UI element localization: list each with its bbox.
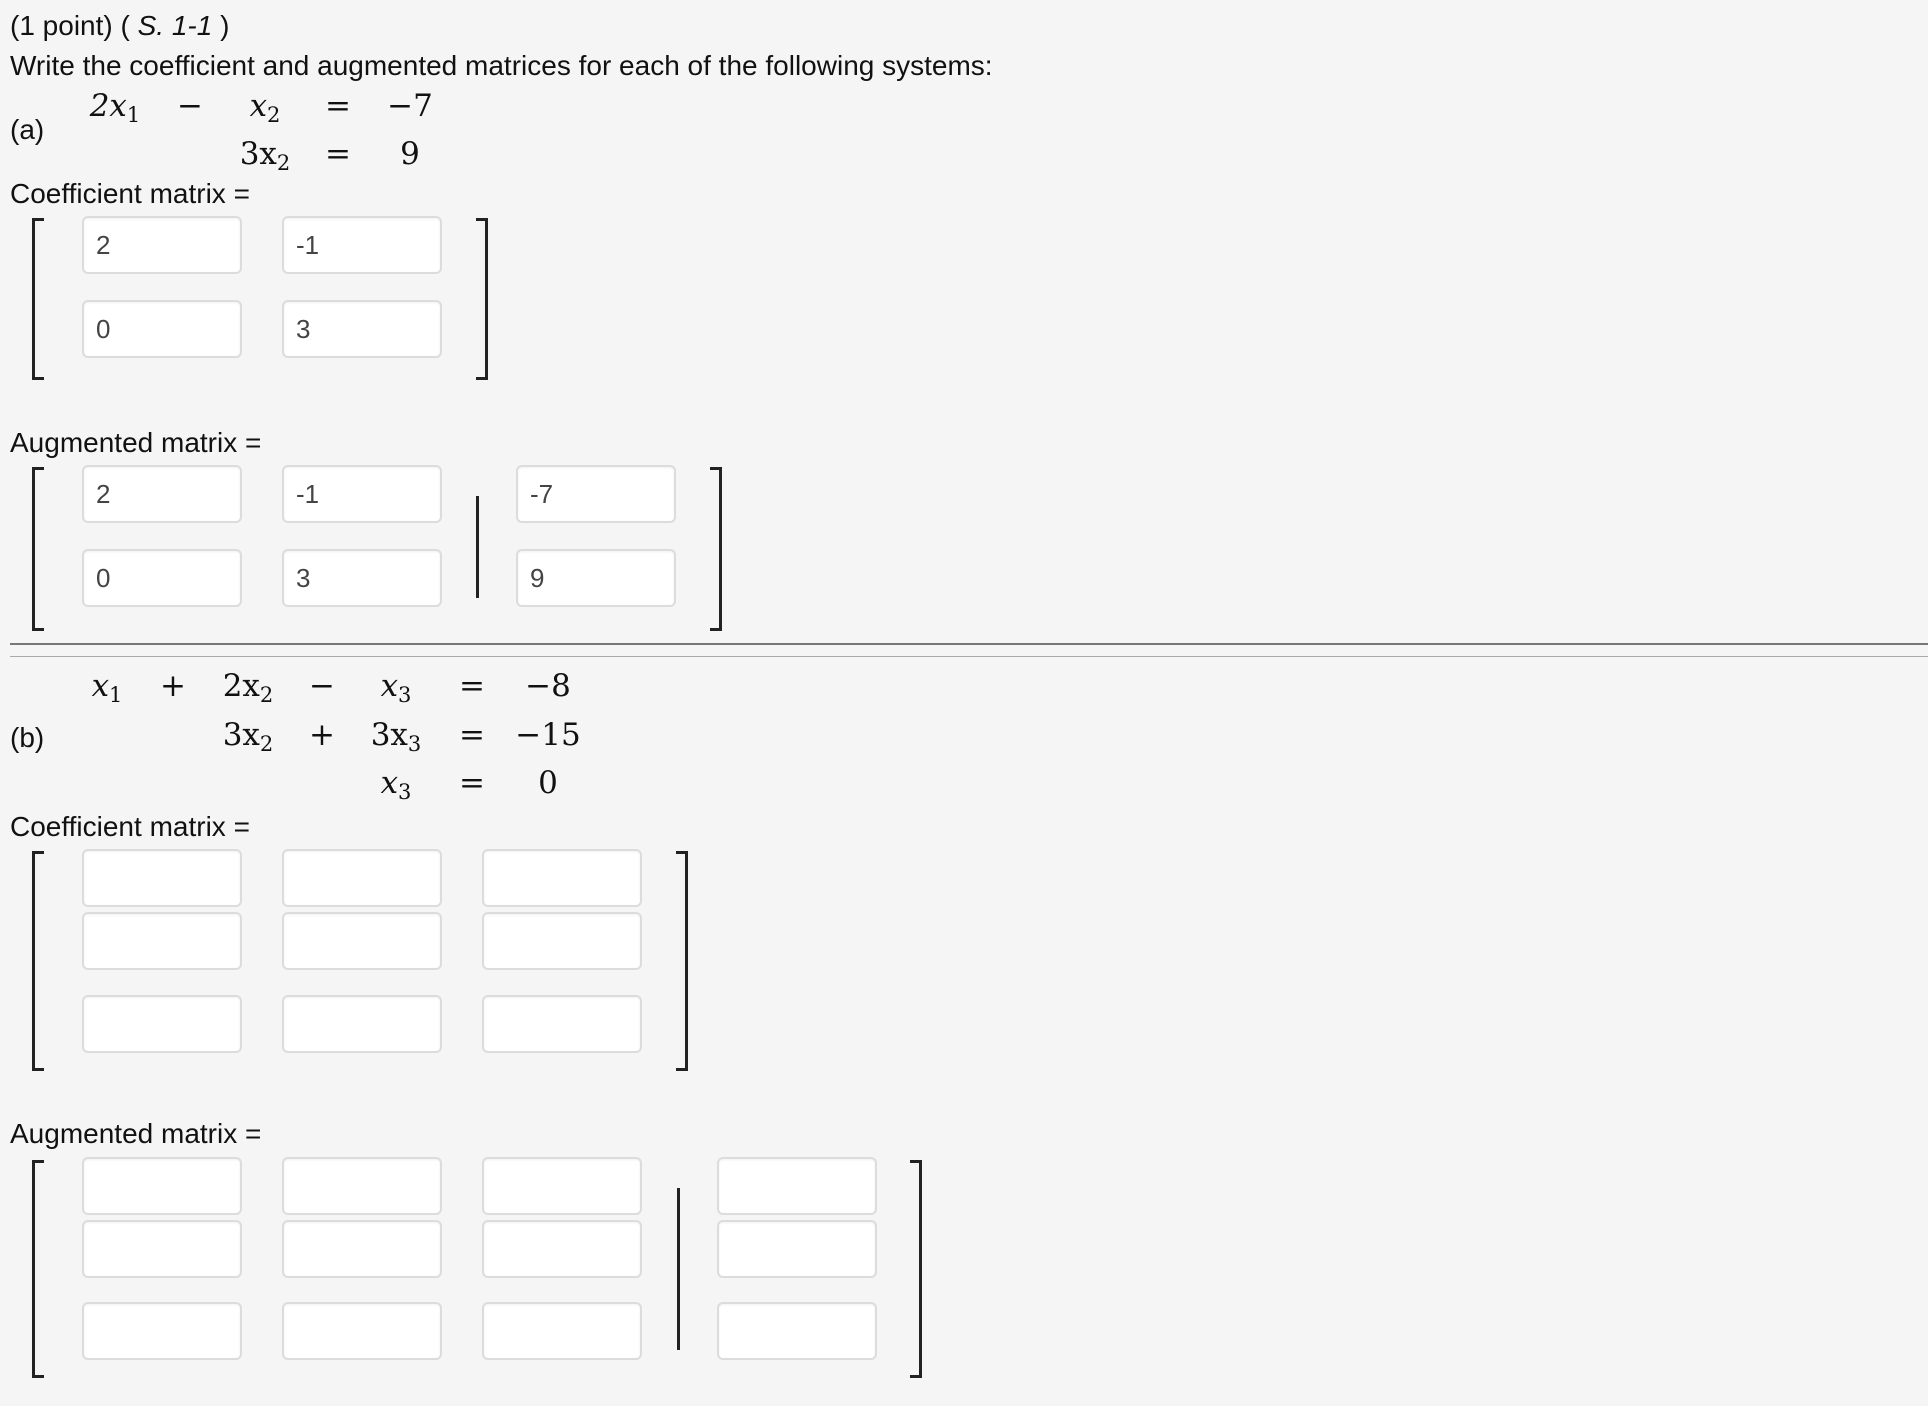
- part-a-aug-r1c2[interactable]: [282, 465, 442, 523]
- part-b-coef-r2c3[interactable]: [482, 912, 642, 970]
- part-a-coef-label: Coefficient matrix =: [10, 178, 250, 209]
- part-a-eq-r2-term2: 3x2: [239, 136, 291, 175]
- part-a-coef-r1c2[interactable]: [282, 216, 442, 274]
- part-a-coef-left-bracket: [32, 218, 44, 380]
- part-b-coef-left-bracket: [32, 851, 44, 1071]
- part-b-coef-r2c2[interactable]: [282, 912, 442, 970]
- part-b-coef-r3c3[interactable]: [482, 995, 642, 1053]
- part-b-aug-r3c1[interactable]: [82, 1302, 242, 1360]
- part-b-coef-r1c2[interactable]: [282, 849, 442, 907]
- part-b-aug-r3c2[interactable]: [282, 1302, 442, 1360]
- part-b-eq-r1-op1: +: [160, 668, 186, 704]
- part-b-eq-r3-rhs: 0: [538, 765, 558, 801]
- part-a-aug-r1c1[interactable]: [82, 465, 242, 523]
- part-b-eq-r1-equals: =: [459, 668, 485, 704]
- part-b-aug-r2c3[interactable]: [482, 1220, 642, 1278]
- part-b-aug-right-bracket: [910, 1160, 922, 1378]
- part-b-eq-r2-term2: 3x2: [222, 717, 274, 756]
- part-a-eq-r1-rhs: −7: [387, 88, 433, 124]
- part-b-aug-label: Augmented matrix =: [10, 1118, 262, 1149]
- part-b-coef-right-bracket: [676, 851, 688, 1071]
- part-b-aug-r1c1[interactable]: [82, 1157, 242, 1215]
- part-a-eq-r1-op: −: [177, 88, 203, 124]
- part-a-coef-r2c1[interactable]: [82, 300, 242, 358]
- part-a-aug-divider: [476, 496, 479, 598]
- part-a-eq-r2-rhs: 9: [400, 136, 420, 172]
- part-b-aug-r3c4[interactable]: [717, 1302, 877, 1360]
- part-a-aug-right-bracket: [710, 467, 722, 631]
- part-b-aug-r3c3[interactable]: [482, 1302, 642, 1360]
- part-b-coef-r1c3[interactable]: [482, 849, 642, 907]
- part-b-coef-label: Coefficient matrix =: [10, 811, 250, 842]
- part-b-eq-r1-term1: x1: [91, 668, 123, 707]
- part-b-eq-r2-rhs: −15: [515, 717, 581, 753]
- part-b-eq-r2-op2: +: [309, 717, 335, 753]
- part-a-eq-r2-equals: =: [325, 136, 351, 172]
- problem-ref: S. 1-1: [137, 10, 213, 41]
- part-a-coef-right-bracket: [476, 218, 488, 380]
- close-paren: ): [220, 10, 230, 41]
- part-a-eq-r1-equals: =: [325, 88, 351, 124]
- points-label: (1 point) (: [10, 10, 130, 41]
- part-b-eq-r1-op2: −: [309, 668, 335, 704]
- part-b-coef-r2c1[interactable]: [82, 912, 242, 970]
- part-a-coef-r1c1[interactable]: [82, 216, 242, 274]
- part-b-aug-divider: [677, 1188, 680, 1350]
- part-a-aug-label: Augmented matrix =: [10, 427, 262, 458]
- part-b-eq-r1-rhs: −8: [525, 668, 571, 704]
- part-b-coef-r3c1[interactable]: [82, 995, 242, 1053]
- part-b-aug-r1c4[interactable]: [717, 1157, 877, 1215]
- section-divider-secondary: [10, 656, 1928, 657]
- part-b-eq-r2-equals: =: [459, 717, 485, 753]
- problem-header: (1 point) ( S. 1-1 ): [10, 10, 229, 42]
- part-a-aug-r2c3[interactable]: [516, 549, 676, 607]
- section-divider: [10, 643, 1928, 645]
- part-b-aug-r2c4[interactable]: [717, 1220, 877, 1278]
- part-b-eq-r3-term3: x3: [380, 765, 412, 804]
- part-a-aug-left-bracket: [32, 467, 44, 631]
- part-b-eq-r1-term3: x3: [380, 668, 412, 707]
- part-a-aug-r2c1[interactable]: [82, 549, 242, 607]
- part-a-coef-r2c2[interactable]: [282, 300, 442, 358]
- part-b-label: (b): [10, 722, 45, 753]
- part-b-aug-r1c2[interactable]: [282, 1157, 442, 1215]
- part-b-aug-r1c3[interactable]: [482, 1157, 642, 1215]
- part-b-eq-r3-equals: =: [459, 765, 485, 801]
- part-b-aug-r2c1[interactable]: [82, 1220, 242, 1278]
- part-b-eq-r1-term2: 2x2: [222, 668, 274, 707]
- part-b-eq-r2-term3: 3x3: [370, 717, 422, 756]
- part-a-aug-r2c2[interactable]: [282, 549, 442, 607]
- part-b-aug-r2c2[interactable]: [282, 1220, 442, 1278]
- part-a-eq-r1-term1: 2x1: [89, 88, 141, 127]
- part-b-coef-r3c2[interactable]: [282, 995, 442, 1053]
- part-a-aug-r1c3[interactable]: [516, 465, 676, 523]
- part-a-label: (a): [10, 114, 45, 145]
- instruction-text: Write the coefficient and augmented matr…: [10, 50, 993, 81]
- part-b-aug-left-bracket: [32, 1160, 44, 1378]
- part-a-eq-r1-term2: x2: [249, 88, 281, 127]
- part-b-coef-r1c1[interactable]: [82, 849, 242, 907]
